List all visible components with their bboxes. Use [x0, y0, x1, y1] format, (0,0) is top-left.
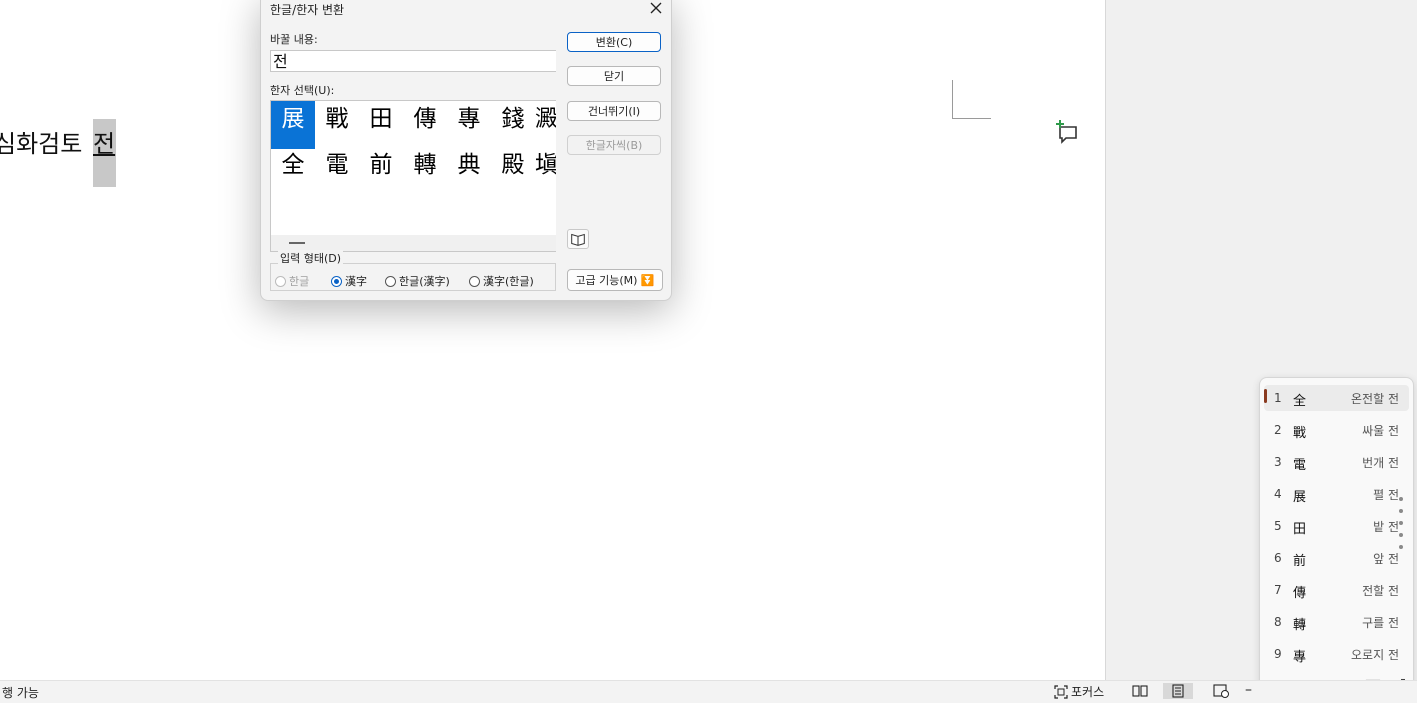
candidate-meaning: 앞 전 [1373, 552, 1399, 566]
candidate-number: 7 [1274, 583, 1282, 597]
input-form-legend: 입력 형태(D) [278, 250, 344, 266]
candidate-item[interactable]: 3 電 번개 전 [1264, 449, 1409, 475]
radio-label: 漢字(한글) [483, 275, 534, 288]
candidate-number: 1 [1274, 391, 1282, 405]
hanja-cell[interactable]: 田 [359, 101, 403, 149]
candidate-item[interactable]: 7 傳 전할 전 [1264, 577, 1409, 603]
candidate-item[interactable]: 2 戰 싸울 전 [1264, 417, 1409, 443]
candidate-hanja: 田 [1293, 522, 1307, 537]
hanja-cell[interactable]: 電 [315, 147, 359, 195]
radio-circle [469, 275, 480, 287]
close-button[interactable]: 닫기 [567, 66, 661, 86]
new-comment-icon[interactable] [1054, 118, 1080, 144]
double-chevron-down-icon: ⏬ [640, 274, 655, 287]
status-text: 행 가능 [2, 686, 39, 700]
hanja-cell[interactable]: 全 [271, 147, 315, 195]
hanja-candidate-panel: 1 全 온전할 전 2 戰 싸울 전 3 電 번개 전 4 展 펼 전 5 田 … [1259, 377, 1414, 701]
candidate-hanja: 傳 [1293, 586, 1307, 601]
status-bar: 행 가능 포커스 – [0, 680, 1417, 703]
candidate-hanja: 展 [1293, 490, 1307, 505]
candidate-hanja: 戰 [1293, 426, 1307, 441]
scrollbar-thumb[interactable] [289, 242, 305, 244]
candidate-meaning: 번개 전 [1362, 456, 1399, 470]
hanja-cell[interactable]: 澱 [535, 101, 556, 149]
read-mode-icon[interactable] [1131, 683, 1149, 699]
candidate-meaning: 싸울 전 [1362, 424, 1399, 438]
candidate-item[interactable]: 5 田 밭 전 [1264, 513, 1409, 539]
replace-label: 바꿀 내용: [270, 33, 318, 46]
page-margin-corner [952, 80, 991, 119]
print-layout-icon[interactable] [1163, 683, 1193, 699]
candidate-meaning: 온전할 전 [1351, 392, 1399, 406]
selected-character[interactable]: 전 [93, 119, 116, 187]
hanja-cell[interactable]: 錢 [491, 101, 535, 149]
focus-label: 포커스 [1071, 685, 1105, 699]
advanced-button[interactable]: 고급 기능(M) ⏬ [567, 269, 663, 291]
dictionary-icon[interactable] [567, 229, 589, 249]
hanja-grid[interactable]: 展 戰 田 傳 專 錢 澱 全 電 前 轉 典 殿 塡 [270, 100, 556, 252]
zoom-out-icon[interactable]: – [1245, 682, 1252, 698]
radio-circle [331, 275, 342, 287]
hanja-grid-scrollbar[interactable] [271, 235, 556, 251]
candidate-hanja: 前 [1293, 554, 1307, 569]
close-icon[interactable] [647, 0, 665, 17]
radio-label: 漢字 [345, 275, 367, 288]
candidate-hanja: 轉 [1293, 618, 1307, 633]
candidate-number: 2 [1274, 423, 1282, 437]
candidate-meaning: 밭 전 [1373, 520, 1399, 534]
candidate-hanja: 電 [1293, 458, 1307, 473]
radio-circle [385, 275, 396, 287]
candidate-meaning: 오로지 전 [1351, 648, 1399, 662]
radio-hanja[interactable]: 漢字 [331, 273, 367, 289]
candidate-number: 3 [1274, 455, 1282, 469]
candidate-number: 9 [1274, 647, 1282, 661]
document-text[interactable]: 심화검토 [0, 124, 82, 159]
more-pages-indicator [1399, 497, 1405, 553]
hanja-cell[interactable]: 前 [359, 147, 403, 195]
candidate-item[interactable]: 6 前 앞 전 [1264, 545, 1409, 571]
candidate-item[interactable]: 1 全 온전할 전 [1264, 385, 1409, 411]
candidate-item[interactable]: 9 專 오로지 전 [1264, 641, 1409, 667]
candidate-number: 4 [1274, 487, 1282, 501]
candidate-item[interactable]: 4 展 펼 전 [1264, 481, 1409, 507]
radio-label: 한글 [289, 275, 310, 288]
radio-circle [275, 275, 286, 287]
radio-hanja-hangul[interactable]: 漢字(한글) [469, 273, 534, 289]
candidate-hanja: 專 [1293, 650, 1307, 665]
candidate-number: 8 [1274, 615, 1282, 629]
focus-icon [1054, 684, 1068, 699]
skip-button[interactable]: 건너뛰기(I) [567, 101, 661, 121]
hanja-cell[interactable]: 戰 [315, 101, 359, 149]
candidate-number: 6 [1274, 551, 1282, 565]
candidate-hanja: 全 [1293, 394, 1307, 409]
hanja-cell[interactable]: 典 [447, 147, 491, 195]
web-layout-icon[interactable] [1212, 683, 1230, 699]
hanja-cell[interactable]: 傳 [403, 101, 447, 149]
hanja-cell[interactable]: 塡 [535, 147, 556, 195]
hanja-cell[interactable]: 轉 [403, 147, 447, 195]
hanja-cell[interactable]: 專 [447, 101, 491, 149]
dialog-title: 한글/한자 변환 [270, 3, 345, 17]
candidate-item[interactable]: 8 轉 구를 전 [1264, 609, 1409, 635]
radio-hangul[interactable]: 한글 [275, 273, 309, 289]
hanja-cell[interactable]: 展 [271, 101, 315, 149]
hanja-cell[interactable]: 殿 [491, 147, 535, 195]
focus-mode-button[interactable]: 포커스 [1054, 683, 1104, 700]
candidate-meaning: 전할 전 [1362, 584, 1399, 598]
hangul-by-char-button[interactable]: 한글자씩(B) [567, 135, 661, 155]
convert-button[interactable]: 변환(C) [567, 32, 661, 52]
replace-input[interactable]: 전 [270, 50, 556, 72]
candidate-number: 5 [1274, 519, 1282, 533]
hangul-hanja-dialog: 한글/한자 변환 바꿀 내용: 전 한자 선택(U): 展 戰 田 傳 專 錢 … [260, 0, 672, 301]
radio-hangul-hanja[interactable]: 한글(漢字) [385, 273, 450, 289]
advanced-button-label: 고급 기능(M) [575, 274, 638, 287]
candidate-meaning: 펼 전 [1373, 488, 1399, 502]
hanja-select-label: 한자 선택(U): [270, 84, 335, 97]
candidate-meaning: 구를 전 [1362, 616, 1399, 630]
selected-character-text: 전 [93, 130, 116, 158]
radio-label: 한글(漢字) [399, 275, 450, 288]
